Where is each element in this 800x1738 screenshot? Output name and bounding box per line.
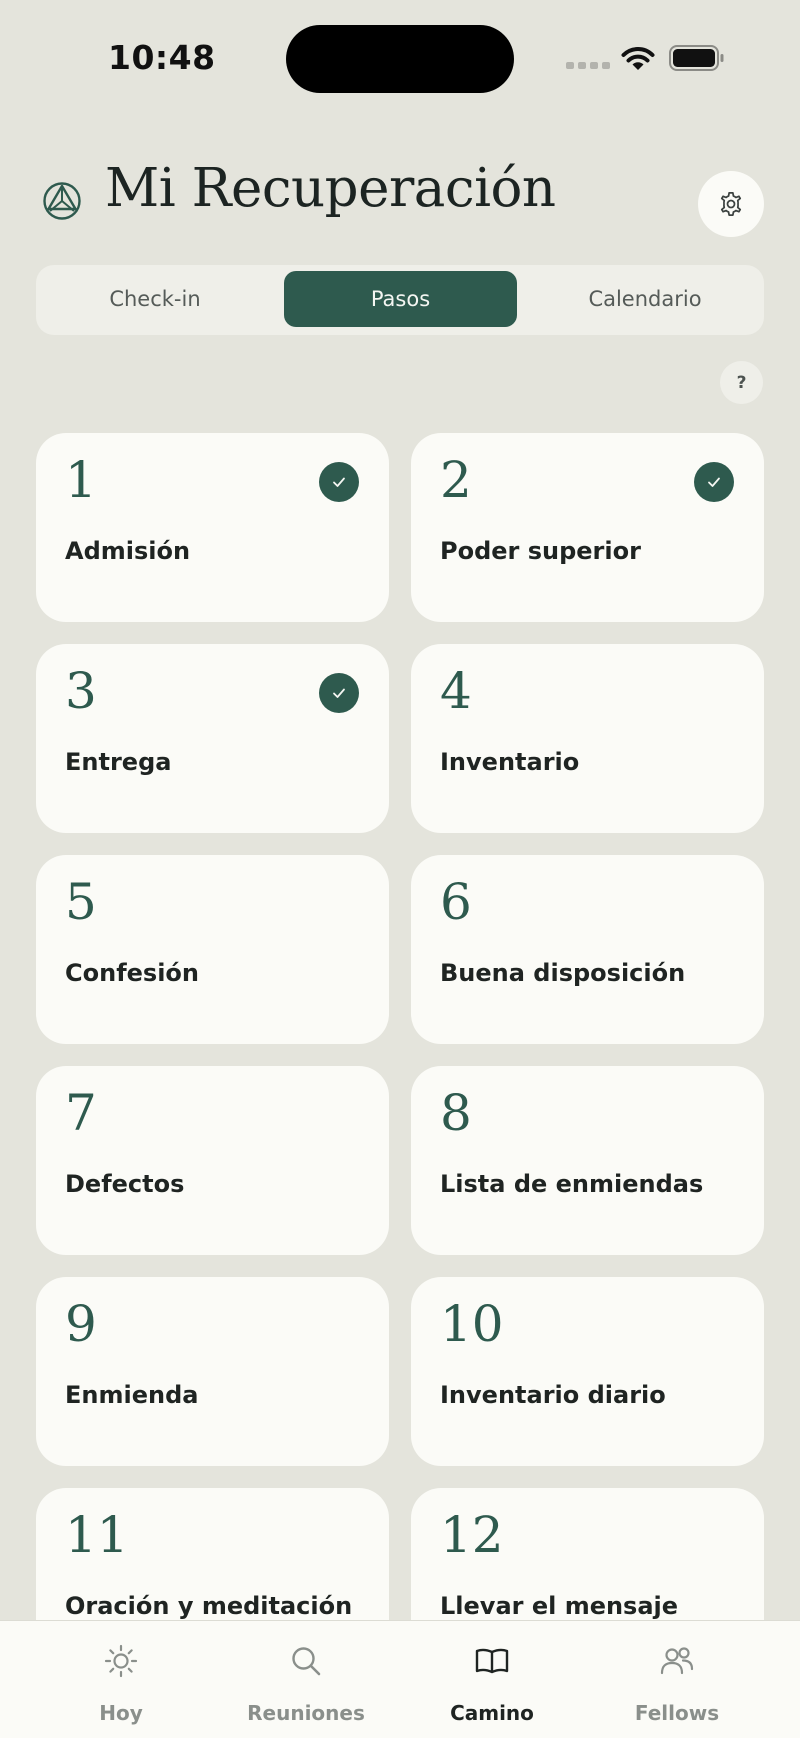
step-card-5[interactable]: 5 Confesión — [36, 855, 389, 1044]
step-title: Inventario diario — [440, 1381, 666, 1409]
step-card-1[interactable]: 1 Admisión — [36, 433, 389, 622]
step-card-9[interactable]: 9 Enmienda — [36, 1277, 389, 1466]
step-card-6[interactable]: 6 Buena disposición — [411, 855, 764, 1044]
step-title: Lista de enmiendas — [440, 1170, 704, 1198]
step-card-10[interactable]: 10 Inventario diario — [411, 1277, 764, 1466]
step-number: 2 — [440, 451, 472, 509]
nav-reuniones[interactable]: Reuniones — [206, 1621, 406, 1738]
dynamic-island — [286, 25, 514, 93]
step-number: 5 — [65, 873, 97, 931]
tab-check-in[interactable]: Check-in — [42, 271, 268, 327]
step-card-2[interactable]: 2 Poder superior — [411, 433, 764, 622]
tab-calendario[interactable]: Calendario — [532, 271, 758, 327]
step-title: Admisión — [65, 537, 191, 565]
nav-label-camino: Camino — [450, 1701, 534, 1725]
nav-camino[interactable]: Camino — [392, 1621, 592, 1738]
step-card-8[interactable]: 8 Lista de enmiendas — [411, 1066, 764, 1255]
settings-button[interactable] — [698, 171, 764, 237]
step-title: Inventario — [440, 748, 580, 776]
gear-icon — [720, 192, 742, 216]
search-icon — [292, 1647, 321, 1676]
status-time: 10:48 — [108, 38, 216, 77]
bottom-navigation: Hoy Reuniones Camino Fellows — [0, 1620, 800, 1738]
step-title: Llevar el mensaje — [440, 1592, 679, 1620]
sun-icon — [104, 1644, 138, 1678]
nav-hoy[interactable]: Hoy — [21, 1621, 221, 1738]
step-title: Enmienda — [65, 1381, 199, 1409]
step-number: 4 — [440, 662, 472, 720]
step-number: 11 — [65, 1506, 129, 1564]
cellular-signal-icon — [566, 62, 610, 69]
step-number: 9 — [65, 1295, 97, 1353]
app-logo-icon — [43, 182, 81, 220]
segmented-tabs: Check-in Pasos Calendario — [36, 265, 764, 335]
step-card-3[interactable]: 3 Entrega — [36, 644, 389, 833]
step-title: Poder superior — [440, 537, 641, 565]
step-number: 12 — [440, 1506, 504, 1564]
nav-label-hoy: Hoy — [99, 1701, 143, 1725]
nav-label-fellows: Fellows — [634, 1701, 720, 1725]
step-number: 10 — [440, 1295, 504, 1353]
step-title: Defectos — [65, 1170, 185, 1198]
people-icon — [660, 1647, 694, 1675]
status-bar: 10:48 — [0, 0, 800, 110]
checkmark-icon — [319, 462, 359, 502]
wifi-icon — [621, 47, 655, 70]
checkmark-icon — [319, 673, 359, 713]
nav-label-reuniones: Reuniones — [247, 1701, 365, 1725]
step-number: 7 — [65, 1084, 97, 1142]
book-icon — [475, 1648, 509, 1674]
step-number: 6 — [440, 873, 472, 931]
step-number: 3 — [65, 662, 97, 720]
step-number: 1 — [65, 451, 97, 509]
step-title: Confesión — [65, 959, 199, 987]
step-card-7[interactable]: 7 Defectos — [36, 1066, 389, 1255]
help-button[interactable]: ? — [720, 361, 763, 404]
battery-icon — [669, 45, 724, 71]
step-card-4[interactable]: 4 Inventario — [411, 644, 764, 833]
step-title: Buena disposición — [440, 959, 686, 987]
nav-fellows[interactable]: Fellows — [577, 1621, 777, 1738]
checkmark-icon — [694, 462, 734, 502]
tab-pasos[interactable]: Pasos — [284, 271, 517, 327]
step-title: Entrega — [65, 748, 172, 776]
step-number: 8 — [440, 1084, 472, 1142]
page-title: Mi Recuperación — [105, 158, 556, 219]
step-title: Oración y meditación — [65, 1592, 353, 1620]
